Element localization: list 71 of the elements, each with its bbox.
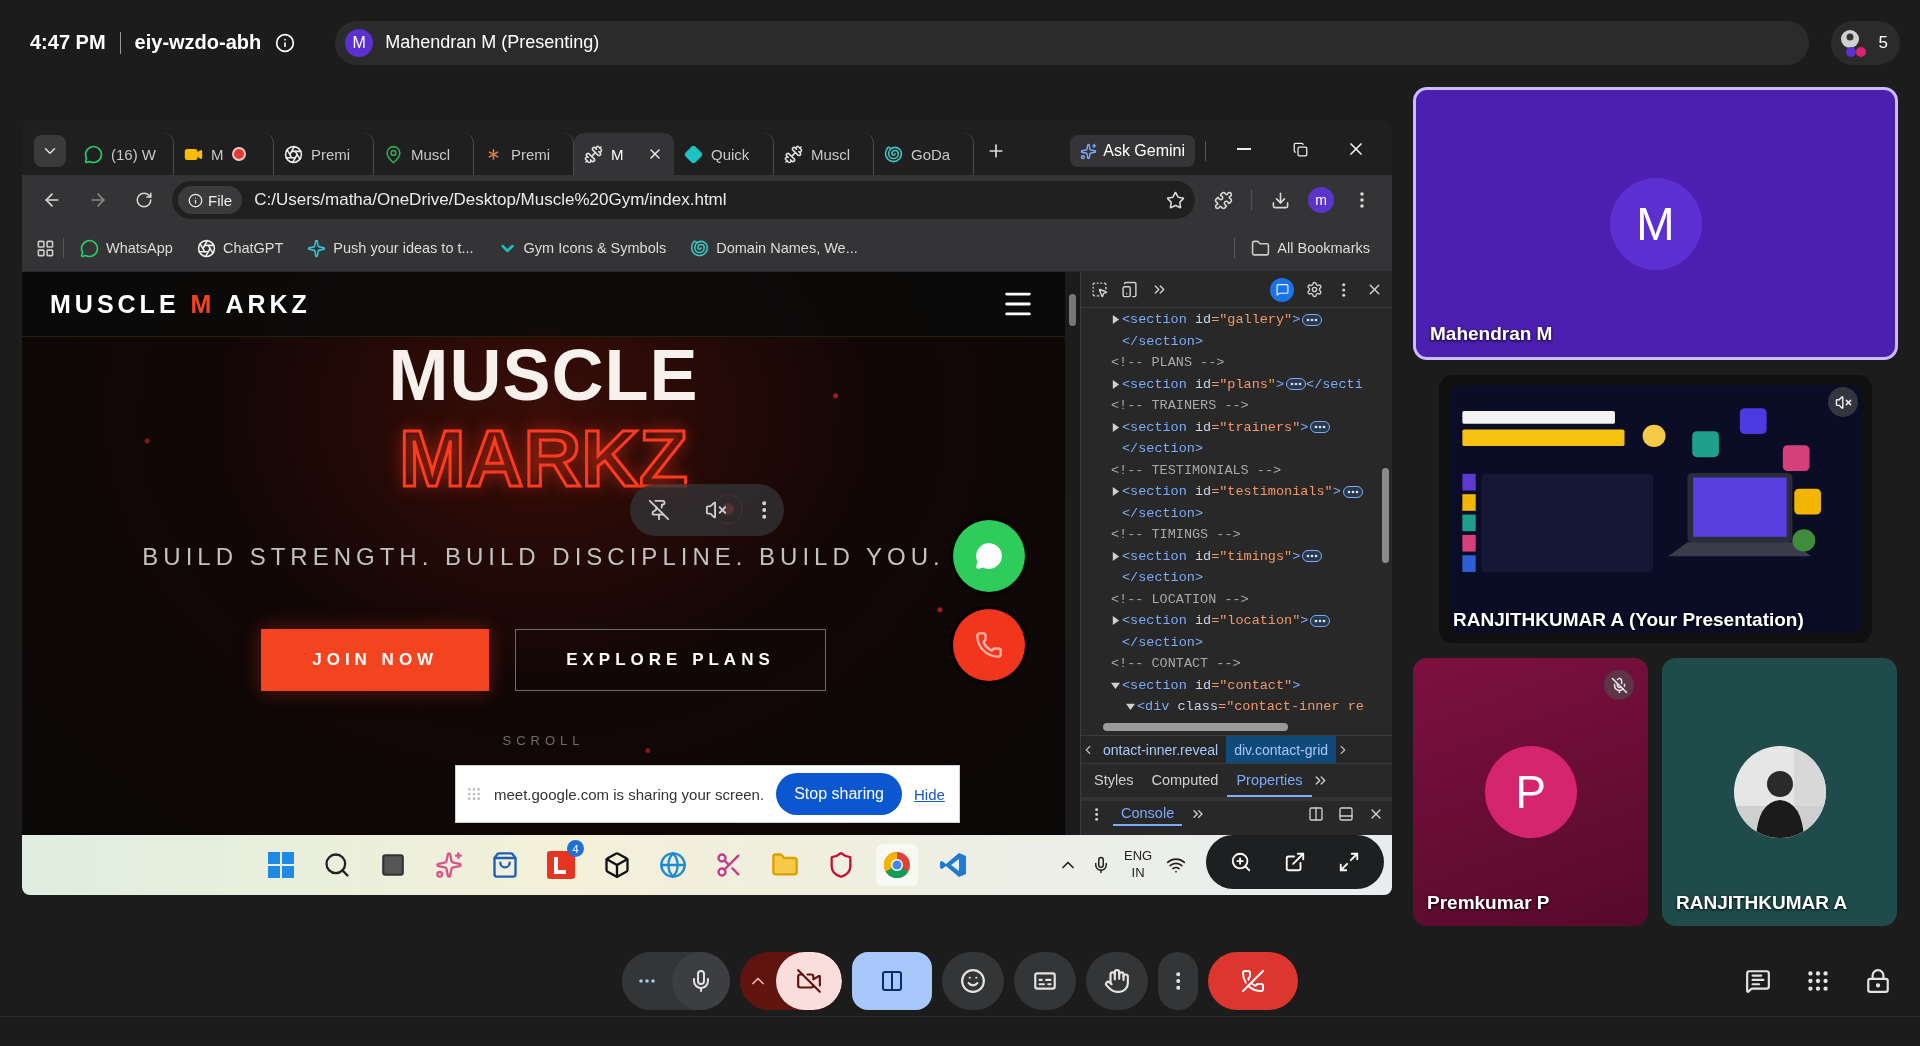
address-bar[interactable]: File C:/Users/matha/OneDrive/Desktop/Muscle%20Gym/index.html bbox=[172, 181, 1195, 219]
bookmark-link[interactable]: ChatGPT bbox=[188, 234, 292, 262]
hero-title: MUSCLE bbox=[388, 339, 699, 411]
code-line: <section id="plans"> bbox=[1122, 376, 1285, 392]
code-line: </section> bbox=[1122, 505, 1203, 521]
participant-name: Premkumar P bbox=[1427, 892, 1550, 914]
code-line: </secti bbox=[1306, 376, 1363, 392]
participant-name: Mahendran M bbox=[1430, 323, 1553, 345]
code-comment: <!-- TIMINGS --> bbox=[1111, 527, 1241, 543]
join-button[interactable]: JOIN NOW bbox=[261, 629, 490, 691]
tab-title: Quick bbox=[711, 145, 750, 163]
bookmark-link[interactable]: Gym Icons & Symbols bbox=[489, 234, 675, 262]
browser-tab[interactable]: M bbox=[574, 133, 674, 175]
code-line: </section> bbox=[1122, 333, 1203, 349]
code-line: </section> bbox=[1122, 634, 1203, 650]
hero-title-accent: MARKZ bbox=[399, 419, 688, 499]
code-comment: <!-- PLANS --> bbox=[1111, 355, 1225, 371]
panel-tab[interactable]: Computed bbox=[1142, 764, 1228, 797]
code-line: <section id="testimonials"> bbox=[1122, 484, 1341, 500]
participants-button[interactable]: 5 bbox=[1830, 20, 1900, 65]
console-tab[interactable]: Console bbox=[1113, 802, 1183, 826]
explore-button[interactable]: EXPLORE PLANS bbox=[515, 629, 826, 691]
code-line: <div class="contact-inner re bbox=[1137, 699, 1364, 715]
tab-title: M bbox=[611, 145, 624, 163]
participant-name: RANJITHKUMAR A bbox=[1676, 892, 1848, 914]
tab-title: Muscl bbox=[811, 145, 851, 163]
code-line: <section id="gallery"> bbox=[1122, 312, 1301, 328]
tab-title: Premi bbox=[511, 145, 551, 163]
presenter-label: Mahendran M (Presenting) bbox=[385, 32, 600, 53]
panel-tab[interactable]: Styles bbox=[1085, 764, 1143, 797]
gemini-button[interactable]: Ask Gemini bbox=[1070, 135, 1195, 167]
bookmark-link[interactable]: Domain Names, We... bbox=[682, 234, 866, 262]
hero-tagline: BUILD STRENGTH. BUILD DISCIPLINE. BUILD YOU. bbox=[142, 543, 945, 571]
tab-title: Muscl bbox=[411, 145, 451, 163]
code-line: <section id="trainers"> bbox=[1122, 419, 1309, 435]
breadcrumb-item[interactable]: ontact-inner.reveal bbox=[1095, 736, 1227, 763]
code-comment: <!-- CONTACT --> bbox=[1111, 656, 1241, 672]
hide-link[interactable]: Hide bbox=[914, 785, 945, 803]
meeting-time: 4:47 PM bbox=[30, 31, 106, 54]
all-bookmarks-link[interactable]: All Bookmarks bbox=[1243, 234, 1378, 262]
code-comment: <!-- TRAINERS --> bbox=[1111, 398, 1249, 414]
notification-badge: 4 bbox=[567, 840, 584, 857]
tab-title: (16) W bbox=[111, 145, 156, 163]
site-logo: MUSCLE M ARKZ bbox=[50, 289, 311, 319]
tab-title: M bbox=[211, 145, 224, 163]
profile-button[interactable]: m bbox=[1308, 187, 1334, 213]
address-url: C:/Users/matha/OneDrive/Desktop/Muscle%20Gym/index.html bbox=[254, 190, 728, 210]
language-code: ENG bbox=[1124, 848, 1153, 865]
bookmark-link[interactable]: WhatsApp bbox=[72, 234, 181, 262]
bookmark-link[interactable]: Push your ideas to t... bbox=[299, 234, 482, 262]
tab-title: Premi bbox=[311, 145, 351, 163]
code-comment: <!-- LOCATION --> bbox=[1111, 591, 1249, 607]
tab-title: GoDa bbox=[911, 145, 951, 163]
meeting-code: eiy-wzdo-abh bbox=[134, 31, 262, 54]
presenter-avatar: M bbox=[345, 28, 374, 57]
panel-tab[interactable]: Properties bbox=[1227, 764, 1312, 797]
code-line: </section> bbox=[1122, 570, 1203, 586]
code-line: <section id="contact"> bbox=[1122, 677, 1301, 693]
stop-sharing-button[interactable]: Stop sharing bbox=[776, 773, 902, 815]
breadcrumb-item[interactable]: div.contact-grid bbox=[1226, 736, 1337, 763]
code-comment: <!-- TESTIMONIALS --> bbox=[1111, 462, 1282, 478]
participant-avatar: M bbox=[1609, 177, 1702, 270]
region-code: IN bbox=[1131, 865, 1145, 882]
code-line: <section id="timings"> bbox=[1122, 548, 1301, 564]
site-info-chip[interactable]: File bbox=[178, 186, 243, 214]
code-line: </section> bbox=[1122, 441, 1203, 457]
code-line: <section id="location"> bbox=[1122, 613, 1309, 629]
participant-avatar: P bbox=[1484, 746, 1577, 838]
scroll-hint: SCROLL bbox=[502, 733, 585, 748]
share-message: meet.google.com is sharing your screen. bbox=[494, 785, 765, 803]
participant-name: RANJITHKUMAR A (Your Presentation) bbox=[1453, 609, 1804, 631]
